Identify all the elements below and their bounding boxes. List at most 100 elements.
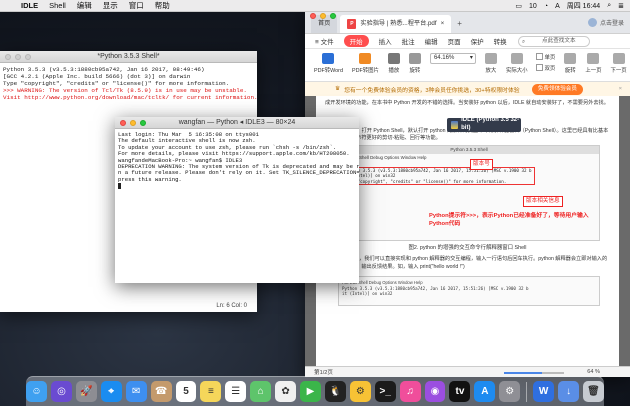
menu-start[interactable]: 开始 <box>343 35 369 47</box>
shell-line: Python 3.5.3 (v3.5.3:1880cb95a742, Jan 1… <box>3 66 205 73</box>
rotate-icon <box>408 53 421 64</box>
login-area[interactable]: 点击登录 <box>587 18 624 27</box>
paragraph: 3）通过该窗口，我们可以直接实现和 python 解释器的交互编程，输入一行语句… <box>325 256 608 270</box>
tool-label: 旋转 <box>409 68 421 74</box>
dock-safari-icon[interactable]: ⌖ <box>100 381 122 402</box>
zoom-button[interactable] <box>25 54 31 60</box>
dock-preferences-icon[interactable]: ⚙ <box>499 381 521 402</box>
dock-maps-icon[interactable]: ⌂ <box>250 381 272 402</box>
actual-size-icon <box>510 53 523 64</box>
zoom-button[interactable] <box>140 120 146 126</box>
dock-launchpad-icon[interactable]: 🚀 <box>75 381 97 402</box>
menu-annotate[interactable]: 批注 <box>402 36 415 46</box>
tool-label: 放大 <box>485 68 497 74</box>
shell-status: Ln: 6 Col: 0 <box>216 303 247 309</box>
menu-edit[interactable]: 编辑 <box>77 0 92 11</box>
pdf-to-word-button[interactable]: PDF转Word <box>314 53 343 74</box>
close-button[interactable] <box>120 120 126 126</box>
window-controls <box>120 120 146 126</box>
rotate-button[interactable]: 旋转 <box>408 53 421 74</box>
search-icon: ⌕ <box>522 39 526 45</box>
menu-shell[interactable]: Shell <box>49 1 66 10</box>
shell-title-bar[interactable]: *Python 3.5.3 Shell* <box>0 51 257 63</box>
wifi-icon[interactable]: ◔ <box>544 3 548 10</box>
dock-facetime-icon[interactable]: ▶ <box>300 381 321 402</box>
tool-label: PDF转Word <box>314 68 343 74</box>
menu-protect[interactable]: 保护 <box>471 36 484 46</box>
battery-icon[interactable]: ▭ <box>515 2 522 10</box>
vip-notice-bar: ♛ 您有一个免费体验会员的资格，3种会员任你挑选，30+特权限时体验 免费领体验… <box>305 82 630 96</box>
notice-text: 您有一个免费体验会员的资格，3种会员任你挑选，30+特权限时体验 <box>344 87 520 94</box>
rotate-page-button[interactable]: 旋转 <box>564 53 577 74</box>
next-page-icon <box>612 53 625 64</box>
dock-calendar-icon[interactable]: 5 <box>175 381 197 402</box>
minimize-button[interactable] <box>15 54 21 60</box>
clock[interactable]: 周四 16:44 <box>567 1 600 11</box>
tool-label: 上一页 <box>585 68 602 74</box>
dock-idle-icon[interactable]: ⚙ <box>349 381 371 402</box>
menu-view[interactable]: 显示 <box>103 0 118 11</box>
status-area: ▭ 10 ◔ A 周四 16:44 ⌕ ≣ <box>515 1 624 11</box>
dock-mail-icon[interactable]: ✉ <box>125 381 147 402</box>
menu-page[interactable]: 页面 <box>448 36 461 46</box>
claim-vip-button[interactable]: 免费领体验会员 <box>531 84 583 95</box>
dock-appstore-icon[interactable]: A <box>474 381 496 402</box>
close-button[interactable] <box>310 13 316 19</box>
dock-wps-icon[interactable]: W <box>533 381 555 402</box>
tab-close-icon[interactable]: × <box>441 15 445 33</box>
tool-label: PDF转图片 <box>351 68 379 74</box>
pdf-tab-bar: 首页 P 实验指导 | 熟悉...程平台.pdf × + 点击登录 <box>305 9 630 34</box>
dock-itunes-icon[interactable]: ♫ <box>399 381 421 402</box>
tab-document[interactable]: P 实验指导 | 熟悉...程平台.pdf × <box>340 15 452 33</box>
menu-edit[interactable]: 编辑 <box>425 36 438 46</box>
play-button[interactable]: 播放 <box>387 53 400 74</box>
search-icon[interactable]: ⌕ <box>607 2 611 10</box>
menu-file[interactable]: ≡ 文件 <box>315 36 334 46</box>
menu-idle[interactable]: IDLE <box>21 1 38 10</box>
idle-popup: IDLE (Python 3.5 32-bit) <box>447 117 521 132</box>
terminal-output[interactable]: Last login: Thu Mar 5 16:35:08 on ttys00… <box>115 129 359 194</box>
pdf-to-image-button[interactable]: PDF转图片 <box>352 53 379 74</box>
zoom-select[interactable]: 64.16% <box>429 53 476 64</box>
tool-label: 实际大小 <box>505 68 528 74</box>
dock-finder-icon[interactable]: ☺ <box>26 381 47 402</box>
dock-trash-icon[interactable]: 🗑 <box>583 381 604 402</box>
control-center-icon[interactable]: ≣ <box>618 2 624 10</box>
dock-contacts-icon[interactable]: ☎ <box>150 381 172 402</box>
new-tab-button[interactable]: + <box>457 19 462 28</box>
rotate-icon <box>564 53 577 64</box>
double-page-option[interactable]: 双页 <box>536 64 556 72</box>
dock-notes-icon[interactable]: ≡ <box>200 381 222 402</box>
input-source[interactable]: A <box>555 3 560 10</box>
zoom-percentage[interactable]: 64 % <box>587 369 600 375</box>
close-button[interactable] <box>5 54 11 60</box>
dock-appletv-icon[interactable]: tv <box>449 381 471 402</box>
shell-output[interactable]: Python 3.5.3 (v3.5.3:1880cb95a742, Jan 1… <box>0 63 257 104</box>
zoom-in-button[interactable]: 放大 <box>484 53 497 74</box>
find-text-input[interactable]: ⌕ 点此查找文本 <box>518 36 590 47</box>
terminal-title-bar[interactable]: wangfan — Python ◂ IDLE3 — 80×24 <box>115 117 359 129</box>
crown-icon: ♛ <box>335 86 341 92</box>
dock-terminal-icon[interactable]: >_ <box>374 381 396 402</box>
next-page-button[interactable]: 下一页 <box>611 53 627 74</box>
single-page-option[interactable]: 单页 <box>536 53 556 61</box>
zoom-slider[interactable] <box>504 372 564 374</box>
menu-window[interactable]: 窗口 <box>129 0 144 11</box>
minimize-button[interactable] <box>320 13 326 19</box>
actual-size-button[interactable]: 实际大小 <box>506 53 528 74</box>
pdf-menu-bar: ≡ 文件 开始 插入 批注 编辑 页面 保护 转换 ⌕ 点此查找文本 <box>305 34 630 49</box>
menu-convert[interactable]: 转换 <box>494 36 507 46</box>
dock-qq-icon[interactable]: 🐧 <box>324 381 346 402</box>
dock-photos-icon[interactable]: ✿ <box>275 381 297 402</box>
menu-help[interactable]: 帮助 <box>155 0 170 11</box>
minimize-button[interactable] <box>130 120 136 126</box>
dock-reminders-icon[interactable]: ☰ <box>225 381 247 402</box>
zoom-button[interactable] <box>330 13 336 19</box>
prev-page-button[interactable]: 上一页 <box>585 53 602 74</box>
dock-podcasts-icon[interactable]: ◉ <box>424 381 446 402</box>
close-notice-icon[interactable]: × <box>619 86 622 92</box>
dock-siri-icon[interactable]: ◎ <box>50 381 72 402</box>
menu-insert[interactable]: 插入 <box>379 36 392 46</box>
dock-downloads-icon[interactable]: ↓ <box>558 381 580 402</box>
page-indicator[interactable]: 第1/2页 <box>314 368 333 376</box>
